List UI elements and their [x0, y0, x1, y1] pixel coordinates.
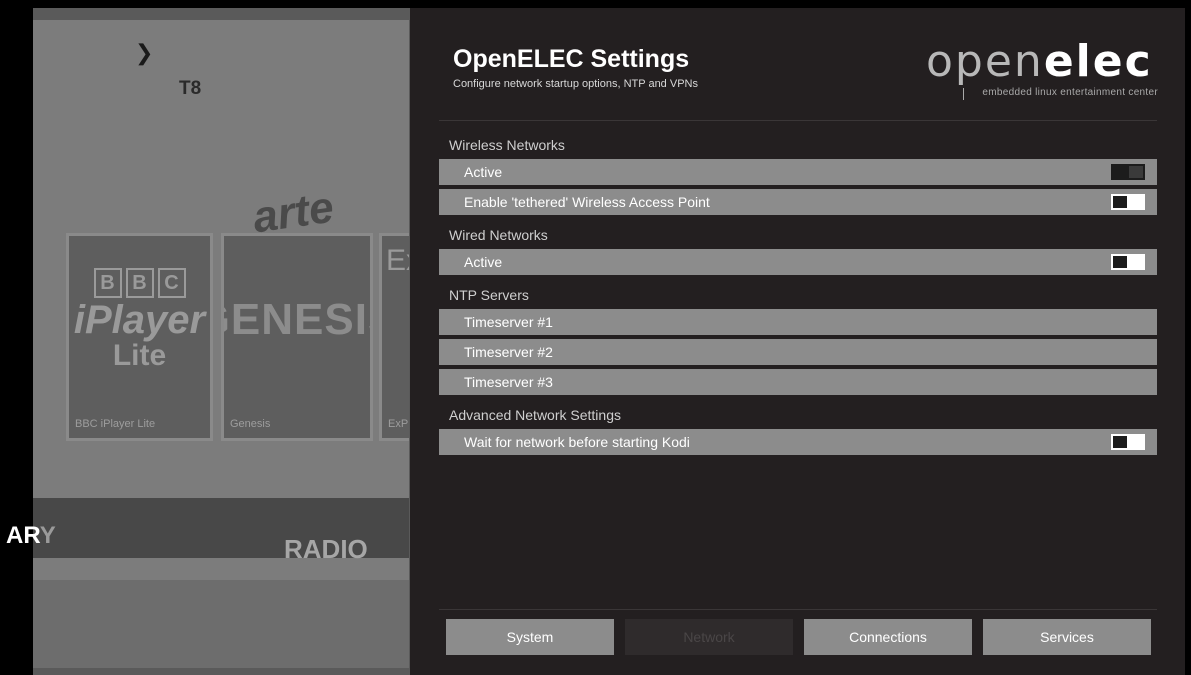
left-edge: [6, 8, 33, 675]
setting-label: Active: [464, 164, 503, 180]
setting-label: Timeserver #1: [464, 314, 553, 330]
addon-tile-bbc-iplayer[interactable]: BBC iPlayer Lite BBC iPlayer Lite: [66, 233, 213, 441]
section-ntp-servers: NTP Servers: [449, 287, 529, 303]
header-divider: [439, 120, 1157, 121]
section-advanced-network-settings: Advanced Network Settings: [449, 407, 621, 423]
home-panel: ❯ T8 arte BBC iPlayer Lite BBC iPlayer L…: [33, 20, 409, 668]
setting-timeserver-2[interactable]: Timeserver #2: [439, 339, 1157, 365]
menu-item-partial[interactable]: ARY: [6, 522, 56, 550]
setting-tethered-access-point[interactable]: Enable 'tethered' Wireless Access Point: [439, 189, 1157, 215]
setting-label: Timeserver #3: [464, 374, 553, 390]
setting-label: Enable 'tethered' Wireless Access Point: [464, 194, 710, 210]
tile-label: Genesis: [230, 418, 271, 430]
tile-label: ExP: [388, 418, 409, 430]
setting-wait-for-network[interactable]: Wait for network before starting Kodi: [439, 429, 1157, 455]
dialog-title: OpenELEC Settings: [453, 45, 690, 73]
tab-services[interactable]: Services: [983, 619, 1151, 655]
addon-tile-exp[interactable]: Ex ExP: [379, 233, 409, 441]
toggle-switch-on[interactable]: [1111, 254, 1145, 270]
openelec-logo: openelec embedded linux entertainment ce…: [926, 36, 1158, 100]
tile-label: BBC iPlayer Lite: [75, 418, 156, 430]
setting-timeserver-3[interactable]: Timeserver #3: [439, 369, 1157, 395]
setting-label: Wait for network before starting Kodi: [464, 434, 690, 450]
bbc-iplayer-artwork: BBC iPlayer Lite: [69, 236, 210, 404]
toggle-switch-on[interactable]: [1111, 434, 1145, 450]
settings-dialog: OpenELEC Settings Configure network star…: [410, 8, 1185, 675]
tab-network[interactable]: Network: [625, 619, 793, 655]
toggle-switch-off[interactable]: [1111, 164, 1145, 180]
setting-label: Timeserver #2: [464, 344, 553, 360]
genesis-artwork: GENESIS: [224, 295, 370, 344]
section-wired-networks: Wired Networks: [449, 227, 548, 243]
addon-tile-genesis[interactable]: GENESIS Genesis: [221, 233, 373, 441]
footer-divider: [439, 609, 1157, 610]
chevron-right-icon: ❯: [135, 40, 154, 65]
exp-artwork: Ex: [386, 244, 409, 277]
channel-label: T8: [179, 78, 202, 99]
setting-wireless-active[interactable]: Active: [439, 159, 1157, 185]
toggle-switch-on[interactable]: [1111, 194, 1145, 210]
section-wireless-networks: Wireless Networks: [449, 137, 565, 153]
menu-item-radio[interactable]: RADIO: [284, 534, 368, 565]
bottom-band: [33, 580, 409, 668]
tab-system[interactable]: System: [446, 619, 614, 655]
logo-tagline: embedded linux entertainment center: [982, 87, 1158, 98]
dialog-subtitle: Configure network startup options, NTP a…: [453, 78, 698, 90]
setting-timeserver-1[interactable]: Timeserver #1: [439, 309, 1157, 335]
tab-connections[interactable]: Connections: [804, 619, 972, 655]
setting-wired-active[interactable]: Active: [439, 249, 1157, 275]
setting-label: Active: [464, 254, 503, 270]
